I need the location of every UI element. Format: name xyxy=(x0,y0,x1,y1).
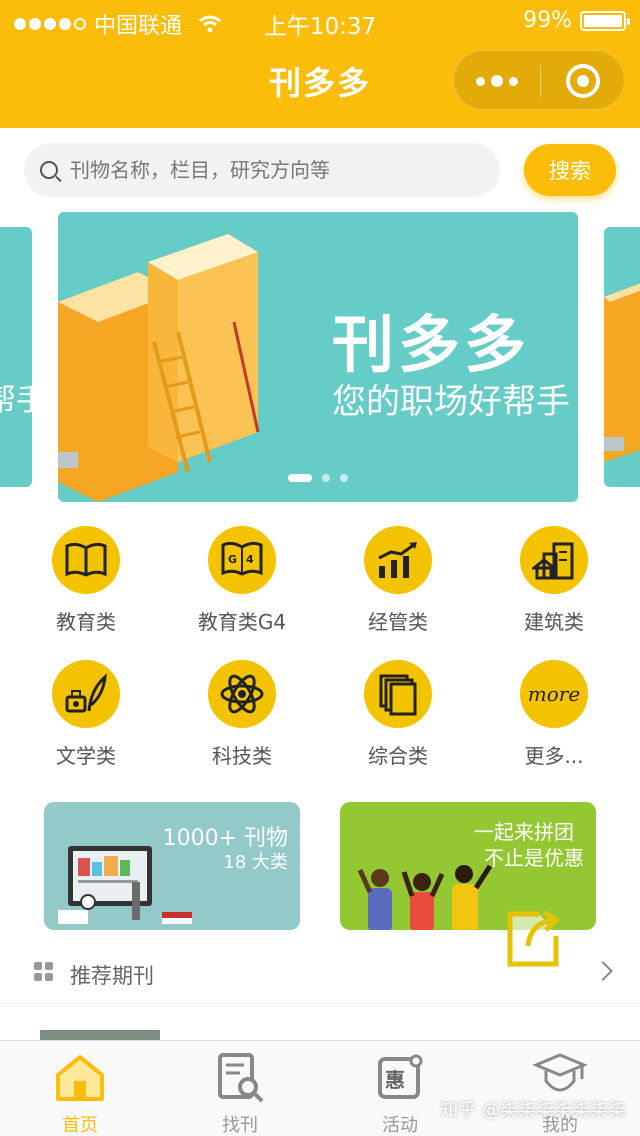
close-mini-program-button[interactable] xyxy=(540,51,626,111)
tab-find-journal[interactable]: 找刊 xyxy=(160,1049,320,1136)
promo-card-catalog[interactable]: 1000+ 刊物 18 大类 xyxy=(44,802,300,930)
carousel-dot[interactable] xyxy=(322,474,330,482)
carousel-next-slide[interactable] xyxy=(604,227,640,487)
ink-quill-icon xyxy=(52,660,120,728)
battery-icon xyxy=(580,10,630,31)
category-label: 综合类 xyxy=(368,744,428,768)
category-technology[interactable]: 科技类 xyxy=(164,660,320,769)
top-bar: 中国联通 上午10:37 99% 刊多多 xyxy=(0,0,640,128)
status-bar: 中国联通 上午10:37 99% xyxy=(0,0,640,40)
home-icon xyxy=(56,1055,104,1101)
g4-book-icon: G4 xyxy=(208,526,276,594)
carousel-prev-slide[interactable]: 帮手 xyxy=(0,227,32,487)
search-input[interactable] xyxy=(70,158,470,182)
category-more[interactable]: more 更多... xyxy=(476,660,632,769)
recommended-title: 推荐期刊 xyxy=(70,964,154,988)
book-icon xyxy=(52,526,120,594)
prev-slide-text: 帮手 xyxy=(0,383,32,418)
category-education-g4[interactable]: G4 教育类G4 xyxy=(164,526,320,635)
books-illustration-peek xyxy=(604,283,640,462)
recommended-header[interactable]: 推荐期刊 xyxy=(0,940,640,1004)
carousel-dot[interactable] xyxy=(288,474,312,482)
chart-icon xyxy=(364,526,432,594)
category-label: 教育类G4 xyxy=(197,610,287,634)
more-options-button[interactable] xyxy=(454,51,540,111)
search-button[interactable]: 搜索 xyxy=(524,144,616,196)
watermark: 知乎 @柒柒柒柒柒柒柒 xyxy=(440,1100,626,1121)
svg-text:G: G xyxy=(228,553,237,566)
search-icon xyxy=(40,161,58,179)
search-bar xyxy=(24,143,500,197)
category-management[interactable]: 经管类 xyxy=(320,526,476,635)
target-icon xyxy=(566,64,600,98)
mini-program-capsule xyxy=(453,50,625,110)
tab-label: 首页 xyxy=(62,1115,98,1136)
banner-subtitle: 您的职场好帮手 xyxy=(332,382,570,422)
more-icon-text: more xyxy=(527,682,581,706)
hui-icon-text: 惠 xyxy=(385,1068,405,1092)
buildings-icon xyxy=(520,526,588,594)
category-literature[interactable]: 文学类 xyxy=(8,660,164,769)
promo-group-buy-headline: 一起来拼团 xyxy=(474,820,574,844)
banner-title: 刊多多 xyxy=(332,308,531,381)
tab-mine[interactable]: 我的 xyxy=(480,1049,640,1136)
battery-percent: 99% xyxy=(523,8,572,33)
carousel-dot[interactable] xyxy=(340,474,348,482)
category-architecture[interactable]: 建筑类 xyxy=(476,526,632,635)
grid-icon xyxy=(34,962,54,982)
search-doc-icon xyxy=(218,1053,264,1103)
category-education[interactable]: 教育类 xyxy=(8,526,164,635)
atom-icon xyxy=(208,660,276,728)
category-comprehensive[interactable]: 综合类 xyxy=(320,660,476,769)
promo-catalog-categories: 18 大类 xyxy=(223,852,288,873)
promo-group-buy-subline: 不止是优惠 xyxy=(484,846,584,870)
carousel-banner[interactable]: 刊多多 您的职场好帮手 xyxy=(58,212,578,502)
category-label: 文学类 xyxy=(56,744,116,768)
svg-text:4: 4 xyxy=(246,553,254,566)
people-cheering-illustration xyxy=(357,864,493,930)
books-illustration xyxy=(58,234,260,502)
tab-home[interactable]: 首页 xyxy=(0,1049,160,1136)
category-label: 更多... xyxy=(524,744,584,768)
more-icon: more xyxy=(520,660,588,728)
status-bar-right: 99% xyxy=(523,8,630,33)
category-label: 科技类 xyxy=(212,744,272,768)
stack-icon xyxy=(364,660,432,728)
category-label: 教育类 xyxy=(56,610,116,634)
tab-label: 找刊 xyxy=(222,1115,258,1136)
carousel-indicators xyxy=(58,474,578,482)
chevron-right-icon xyxy=(593,961,613,981)
tab-activity[interactable]: 惠 活动 xyxy=(320,1049,480,1136)
category-label: 经管类 xyxy=(368,610,428,634)
category-label: 建筑类 xyxy=(524,610,584,634)
